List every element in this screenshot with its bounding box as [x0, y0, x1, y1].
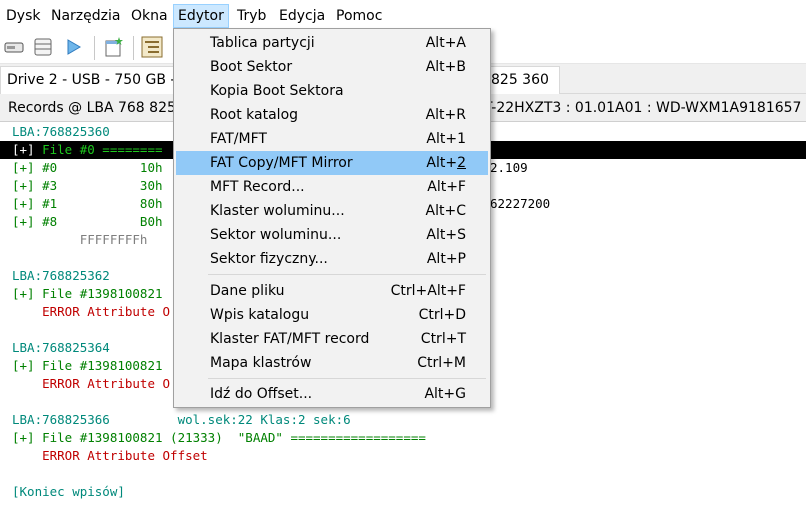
lba-line: LBA:768825360: [12, 124, 110, 139]
menu-item-label: Mapa klastrów: [210, 355, 312, 371]
attribute-value: 62227200: [490, 196, 551, 211]
selected-record-text: [+] File #0 ========: [12, 141, 163, 159]
menu-item-sektor-woluminu[interactable]: Sektor woluminu... Alt+S: [176, 223, 488, 247]
shortcut-modifier: Alt+: [426, 155, 458, 171]
menu-item-label: MFT Record...: [210, 179, 305, 195]
menu-bar: Dysk Narzędzia Okna Edytor Tryb Edycja P…: [0, 0, 806, 30]
menu-item-label: Klaster woluminu...: [210, 203, 345, 219]
menu-item-wpis-katalogu[interactable]: Wpis katalogu Ctrl+D: [176, 303, 488, 327]
file-record-line[interactable]: [+] File #1398100821: [12, 285, 163, 303]
menu-item-label: Root katalog: [210, 107, 299, 123]
drive-tab-tail: 825 360: [491, 72, 549, 88]
menu-pomoc[interactable]: Pomoc: [335, 4, 383, 28]
menu-item-mapa-klastrow[interactable]: Mapa klastrów Ctrl+M: [176, 351, 488, 375]
shortcut-key: 2: [457, 155, 466, 171]
menu-separator: [208, 274, 486, 275]
lba-line: LBA:768825362: [12, 268, 110, 283]
tree-view-icon[interactable]: [141, 36, 163, 58]
menu-separator: [208, 378, 486, 379]
file-record-line[interactable]: [+] File #1398100821 (21333) "BAAD" ====…: [12, 429, 426, 447]
list-icon[interactable]: [32, 36, 54, 58]
menu-item-kopia-boot-sektora[interactable]: Kopia Boot Sektora: [176, 79, 488, 103]
records-location: Records @ LBA 768 825 3: [8, 100, 190, 116]
end-marker-line: FFFFFFFFh: [12, 232, 148, 247]
menu-item-shortcut: Ctrl+M: [417, 355, 466, 371]
menu-item-shortcut: Alt+2: [426, 151, 466, 175]
file-record-line[interactable]: [+] File #1398100821: [12, 357, 163, 375]
menu-item-fat-mft[interactable]: FAT/MFT Alt+1: [176, 127, 488, 151]
menu-item-shortcut: Ctrl+T: [420, 331, 466, 347]
menu-item-label: Sektor woluminu...: [210, 227, 342, 243]
menu-item-tablica-partycji[interactable]: Tablica partycji Alt+A: [176, 31, 488, 55]
attribute-line[interactable]: [+] #1 80h: [12, 195, 163, 213]
menu-item-label: Kopia Boot Sektora: [210, 83, 344, 99]
new-window-icon[interactable]: [103, 36, 125, 58]
menu-item-root-katalog[interactable]: Root katalog Alt+R: [176, 103, 488, 127]
error-line: ERROR Attribute O: [12, 304, 171, 319]
menu-item-shortcut: Alt+1: [426, 131, 466, 147]
menu-item-idz-do-offset[interactable]: Idź do Offset... Alt+G: [176, 382, 488, 406]
drive-model-info: T-22HXZT3 : 01.01A01 : WD-WXM1A9181657: [484, 100, 802, 116]
attribute-line[interactable]: [+] #8 B0h: [12, 213, 163, 231]
menu-item-shortcut: Ctrl+D: [418, 307, 466, 323]
selected-record-label: File #0 ========: [34, 142, 163, 157]
menu-item-shortcut: Alt+P: [426, 251, 466, 267]
menu-item-dane-pliku[interactable]: Dane pliku Ctrl+Alt+F: [176, 279, 488, 303]
menu-item-shortcut: Alt+G: [424, 386, 466, 402]
menu-item-shortcut: Alt+B: [425, 59, 466, 75]
menu-item-boot-sektor[interactable]: Boot Sektor Alt+B: [176, 55, 488, 79]
menu-tryb[interactable]: Tryb: [236, 4, 267, 28]
menu-item-shortcut: Alt+S: [426, 227, 466, 243]
drive-icon[interactable]: [3, 36, 25, 58]
menu-item-label: Tablica partycji: [210, 35, 315, 51]
menu-item-label: Boot Sektor: [210, 59, 293, 75]
menu-item-shortcut: Alt+A: [425, 35, 466, 51]
lba-line: LBA:768825364: [12, 340, 110, 355]
menu-item-fat-copy-mft-mirror[interactable]: FAT Copy/MFT Mirror Alt+2: [176, 151, 488, 175]
end-of-records: [Koniec wpisów]: [12, 484, 125, 499]
menu-item-label: FAT Copy/MFT Mirror: [210, 155, 353, 171]
lba-line: LBA:768825366 wol.sek:22 Klas:2 sek:6: [12, 412, 351, 427]
edytor-dropdown-menu: Tablica partycji Alt+A Boot Sektor Alt+B…: [173, 28, 491, 408]
expand-toggle[interactable]: [+]: [12, 142, 35, 157]
drive-tab-label: Drive 2 - USB - 750 GB - V: [7, 72, 190, 88]
menu-item-label: FAT/MFT: [210, 131, 267, 147]
play-icon[interactable]: [62, 36, 84, 58]
toolbar-separator: [94, 36, 95, 60]
menu-item-shortcut: Alt+F: [427, 179, 466, 195]
menu-item-shortcut: Alt+R: [425, 107, 466, 123]
menu-item-klaster-fat-mft-record[interactable]: Klaster FAT/MFT record Ctrl+T: [176, 327, 488, 351]
menu-okna[interactable]: Okna: [130, 4, 169, 28]
error-line: ERROR Attribute O: [12, 376, 171, 391]
menu-edycja[interactable]: Edycja: [278, 4, 326, 28]
menu-item-label: Sektor fizyczny...: [210, 251, 328, 267]
menu-item-label: Wpis katalogu: [210, 307, 310, 323]
menu-item-shortcut: Alt+C: [425, 203, 466, 219]
menu-item-klaster-woluminu[interactable]: Klaster woluminu... Alt+C: [176, 199, 488, 223]
menu-item-label: Dane pliku: [210, 283, 285, 299]
menu-dysk[interactable]: Dysk: [5, 4, 41, 28]
menu-item-shortcut: Ctrl+Alt+F: [390, 283, 466, 299]
attribute-value: 2.109: [490, 160, 528, 175]
menu-item-mft-record[interactable]: MFT Record... Alt+F: [176, 175, 488, 199]
menu-edytor[interactable]: Edytor: [173, 4, 229, 28]
menu-item-label: Klaster FAT/MFT record: [210, 331, 370, 347]
attribute-line[interactable]: [+] #0 10h: [12, 159, 163, 177]
toolbar-separator: [133, 36, 134, 60]
menu-narzedzia[interactable]: Narzędzia: [50, 4, 121, 28]
menu-item-label: Idź do Offset...: [210, 386, 313, 402]
menu-item-sektor-fizyczny[interactable]: Sektor fizyczny... Alt+P: [176, 247, 488, 271]
error-line: ERROR Attribute Offset: [12, 448, 208, 463]
attribute-line[interactable]: [+] #3 30h: [12, 177, 163, 195]
